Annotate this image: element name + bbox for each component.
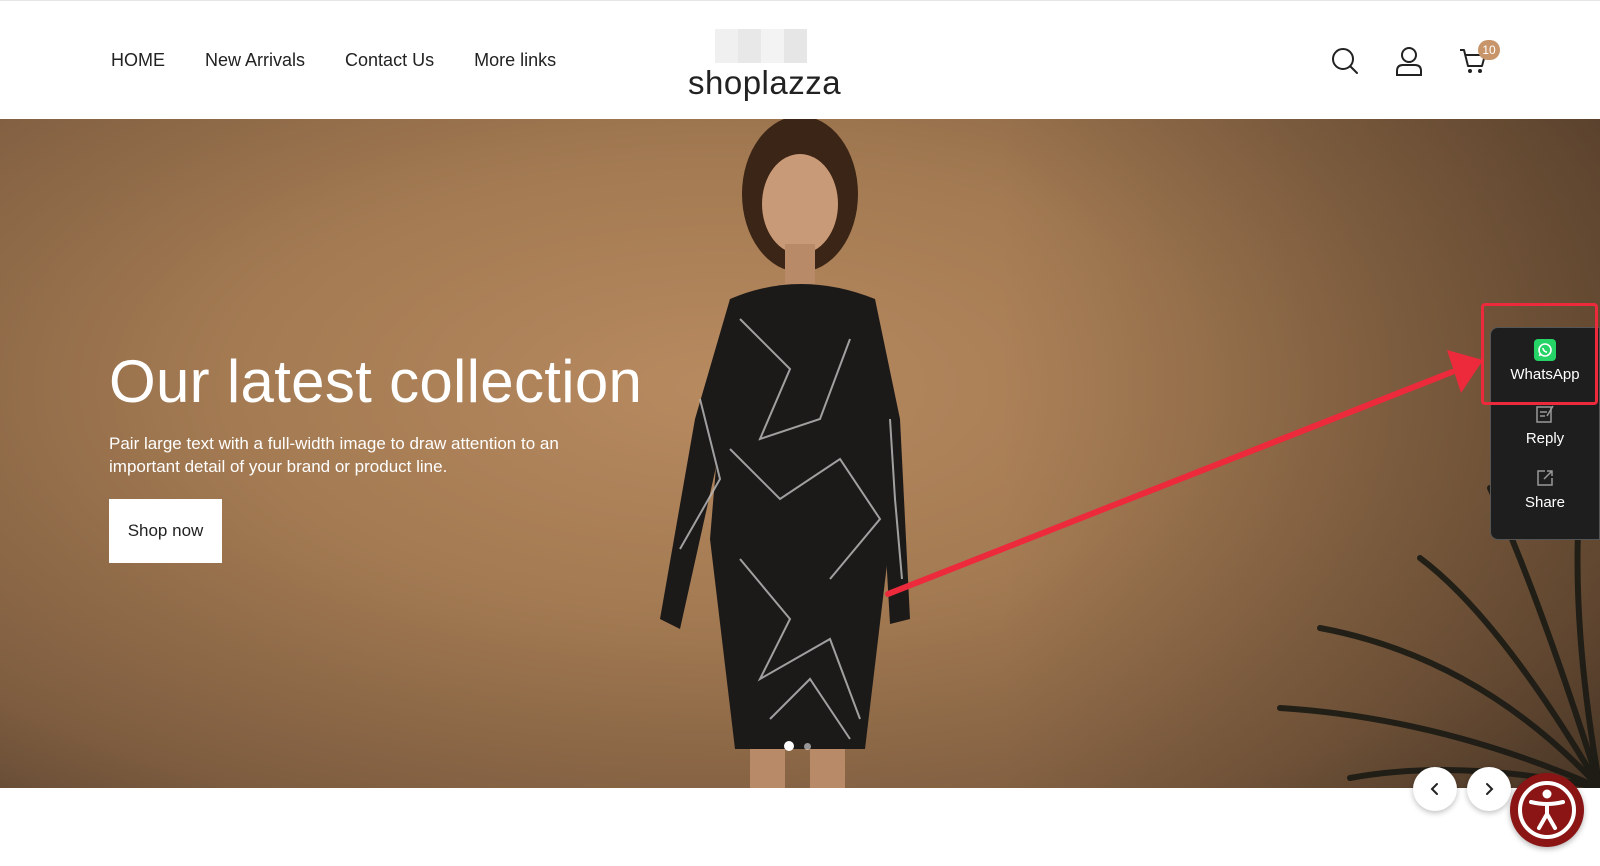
carousel-prev-button[interactable] — [1413, 767, 1457, 811]
annotation-highlight-box — [1481, 303, 1598, 405]
chevron-right-icon — [1486, 783, 1494, 795]
site-logo[interactable]: shoplazza — [688, 29, 842, 101]
accessibility-icon — [1518, 781, 1576, 839]
slide-indicators — [784, 741, 811, 751]
carousel-next-button[interactable] — [1467, 767, 1511, 811]
share-button[interactable]: Share — [1491, 456, 1599, 520]
hero-model-image — [660, 119, 910, 788]
share-label: Share — [1524, 493, 1566, 511]
reply-icon — [1535, 402, 1555, 426]
hero-subtitle: Pair large text with a full-width image … — [109, 434, 559, 476]
hero-title: Our latest collection — [109, 348, 643, 415]
hero-banner: Our latest collection Pair large text wi… — [0, 119, 1600, 788]
accessibility-button[interactable] — [1510, 773, 1584, 847]
nav-home[interactable]: HOME — [111, 50, 165, 71]
share-icon — [1535, 466, 1555, 490]
cart-icon[interactable]: 10 — [1458, 40, 1500, 77]
logo-text: shoplazza — [688, 64, 842, 101]
nav-contact-us[interactable]: Contact Us — [345, 50, 434, 71]
chevron-left-icon — [1430, 783, 1438, 795]
reply-label: Reply — [1525, 429, 1565, 447]
nav-new-arrivals[interactable]: New Arrivals — [205, 50, 305, 71]
account-icon[interactable] — [1394, 45, 1424, 77]
main-nav: HOME New Arrivals Contact Us More links — [111, 50, 596, 71]
slide-dot-2[interactable] — [804, 742, 811, 750]
shop-now-button[interactable]: Shop now — [109, 499, 222, 563]
search-icon[interactable] — [1330, 45, 1360, 77]
site-header: HOME New Arrivals Contact Us More links … — [0, 0, 1600, 119]
cart-count-badge: 10 — [1478, 40, 1500, 60]
nav-more-links[interactable]: More links — [474, 50, 556, 71]
logo-image — [715, 29, 807, 63]
slide-dot-1[interactable] — [784, 741, 794, 751]
header-icons: 10 — [1330, 40, 1500, 77]
